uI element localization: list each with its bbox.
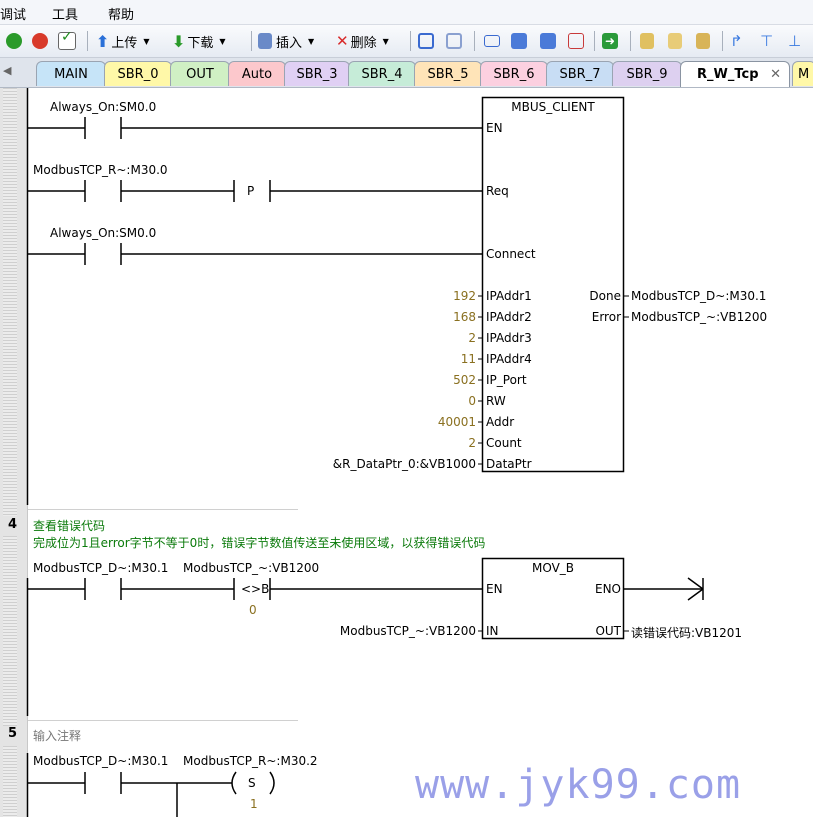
ipaddr3-value[interactable]: 2 [468,331,476,345]
pin-eno: ENO [594,582,621,596]
contact-always-on[interactable]: Always_On:SM0.0 [50,100,156,114]
addr-value[interactable]: 40001 [438,415,476,429]
ladder-diagram [26,88,704,817]
error-output[interactable]: ModbusTCP_~:VB1200 [631,310,767,324]
pin-ipaddr4: IPAddr4 [486,352,532,366]
pin-ipaddr1: IPAddr1 [486,289,532,303]
count-value[interactable]: 2 [468,436,476,450]
contact-modbus-done[interactable]: ModbusTCP_D~:M30.1 [33,561,168,575]
ip-port-value[interactable]: 502 [453,373,476,387]
pin-ipaddr3: IPAddr3 [486,331,532,345]
pin-out: OUT [595,624,621,638]
compare-value[interactable]: 0 [249,603,257,617]
compare-operator: <>B [241,582,270,596]
pin-count: Count [486,436,522,450]
watermark: www.jyk99.com [415,762,742,808]
contact-modbus-done[interactable]: ModbusTCP_D~:M30.1 [33,754,168,768]
pin-in: IN [486,624,499,638]
contact-modbus-request[interactable]: ModbusTCP_R~:M30.0 [33,163,168,177]
pin-connect: Connect [486,247,536,261]
pin-rw: RW [486,394,506,408]
network-number: 4 [8,517,18,532]
block-title: MBUS_CLIENT [511,100,595,114]
pin-error: Error [591,310,621,324]
pin-dataptr: DataPtr [486,457,532,471]
dataptr-value[interactable]: &R_DataPtr_0:&VB1000 [333,457,476,471]
pin-en: EN [486,121,503,135]
pin-req: Req [486,184,509,198]
coil-count[interactable]: 1 [250,797,258,811]
pin-en: EN [486,582,503,596]
coil-type: S [248,776,256,790]
ipaddr2-value[interactable]: 168 [453,310,476,324]
network-divider [28,720,298,721]
out-operand[interactable]: 读错误代码:VB1201 [631,624,742,641]
ipaddr1-value[interactable]: 192 [453,289,476,303]
network-comment[interactable]: 输入注释 [33,727,81,744]
block-title: MOV_B [531,561,575,575]
pin-ipaddr2: IPAddr2 [486,310,532,324]
compare-operand[interactable]: ModbusTCP_~:VB1200 [183,561,319,575]
in-operand[interactable]: ModbusTCP_~:VB1200 [340,624,476,638]
pin-done: Done [589,289,621,303]
pin-addr: Addr [486,415,515,429]
contact-always-on[interactable]: Always_On:SM0.0 [50,226,156,240]
network-title[interactable]: 查看错误代码 [33,517,105,534]
network-number: 5 [8,726,18,741]
done-output[interactable]: ModbusTCP_D~:M30.1 [631,289,766,303]
coil-operand[interactable]: ModbusTCP_R~:M30.2 [183,754,318,768]
network-comment[interactable]: 完成位为1且error字节不等于0时，错误字节数值传送至未使用区域，以获得错误代… [33,534,485,551]
rw-value[interactable]: 0 [468,394,476,408]
network-divider [28,509,298,510]
ipaddr4-value[interactable]: 11 [461,352,476,366]
pin-ip-port: IP_Port [486,373,527,387]
positive-edge-label: P [247,184,255,198]
